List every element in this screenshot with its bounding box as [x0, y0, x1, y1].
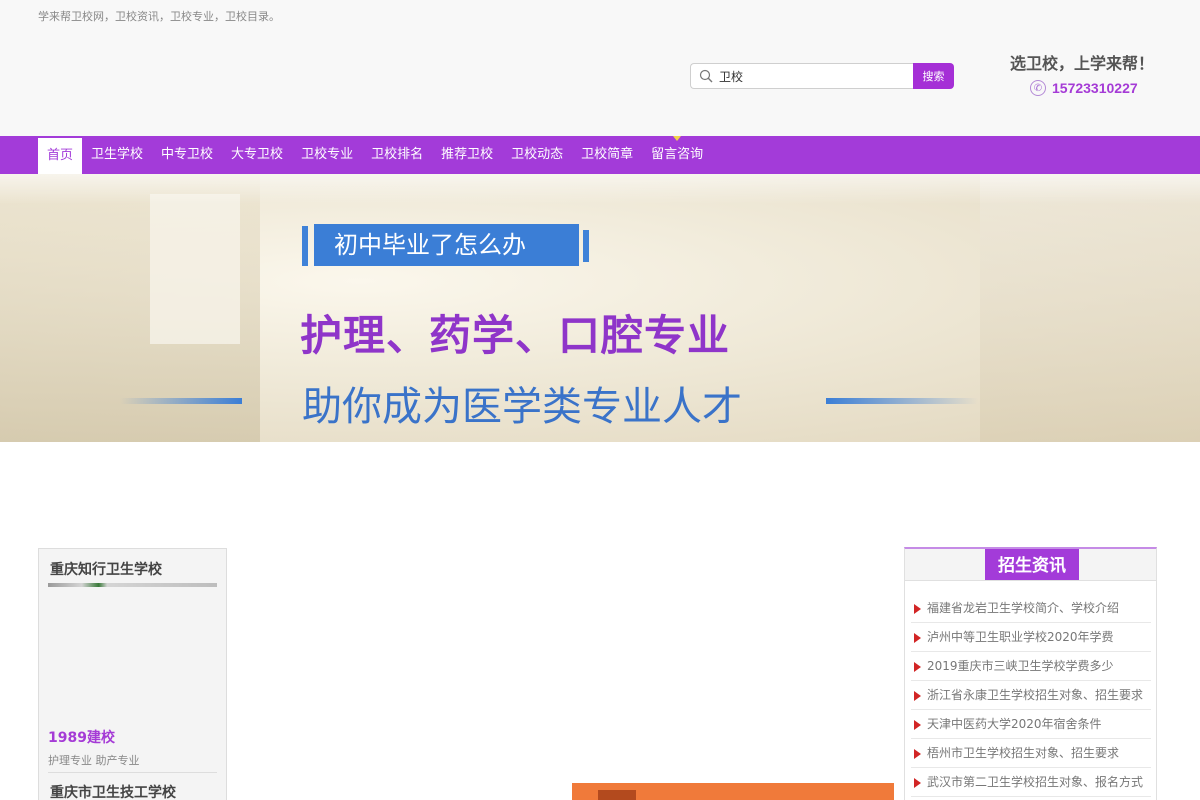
news-list: 福建省龙岩卫生学校简介、学校介绍 泸州中等卫生职业学校2020年学费 2019重庆市… [911, 594, 1151, 797]
arrow-right-icon [914, 720, 921, 730]
news-item-title[interactable]: 天津中医药大学2020年宿舍条件 [927, 717, 1102, 731]
school-majors: 护理专业 助产专业 [48, 754, 140, 767]
hero-banner[interactable]: 初中毕业了怎么办 护理、药学、口腔专业 助你成为医学类专业人才 [0, 174, 1200, 442]
news-item[interactable]: 天津中医药大学2020年宿舍条件 [911, 710, 1151, 739]
search-box[interactable] [690, 63, 914, 89]
nav-indicator-icon [673, 136, 682, 141]
news-item[interactable]: 2019重庆市三峡卫生学校学费多少 [911, 652, 1151, 681]
banner-background [150, 194, 240, 344]
arrow-right-icon [914, 691, 921, 701]
school-card[interactable]: 重庆知行卫生学校 1989建校 护理专业 助产专业 重庆市卫生技工学校 [38, 548, 227, 800]
nav-item[interactable]: 留言咨询 [642, 136, 712, 174]
news-item-title[interactable]: 武汉市第二卫生学校招生对象、报名方式 [927, 775, 1143, 789]
school-name[interactable]: 重庆市卫生技工学校 [50, 782, 176, 800]
top-header: 学来帮卫校网，卫校资讯，卫校专业，卫校目录。 搜索 选卫校，上学来帮！ ✆ 15… [0, 0, 1200, 136]
main-nav: 首页 卫生学校 中专卫校 大专卫校 卫校专业 卫校排名 推荐卫校 卫校动态 卫校简章 留言咨询 [0, 136, 1200, 174]
news-item-title[interactable]: 浙江省永康卫生学校招生对象、招生要求 [927, 688, 1143, 702]
news-item[interactable]: 福建省龙岩卫生学校简介、学校介绍 [911, 594, 1151, 623]
banner-decor-line [826, 398, 978, 404]
phone-icon: ✆ [1030, 80, 1046, 96]
news-header: 招生资讯 [905, 549, 1156, 581]
arrow-right-icon [914, 633, 921, 643]
nav-item[interactable]: 卫校简章 [572, 136, 642, 174]
divider [48, 772, 217, 773]
school-name[interactable]: 重庆知行卫生学校 [50, 559, 162, 579]
nav-list: 首页 卫生学校 中专卫校 大专卫校 卫校专业 卫校排名 推荐卫校 卫校动态 卫校简章 留言咨询 [38, 136, 712, 174]
search-input[interactable] [719, 64, 909, 88]
nav-item[interactable]: 首页 [38, 136, 83, 174]
nav-item[interactable]: 推荐卫校 [432, 136, 502, 174]
news-item-title[interactable]: 泸州中等卫生职业学校2020年学费 [927, 630, 1114, 644]
search-icon [699, 69, 713, 83]
search-button[interactable]: 搜索 [913, 63, 954, 89]
banner-headline: 护理、药学、口腔专业 [300, 311, 731, 360]
promo-block-inner [598, 790, 636, 800]
nav-item[interactable]: 卫校动态 [502, 136, 572, 174]
news-item[interactable]: 武汉市第二卫生学校招生对象、报名方式 [911, 768, 1151, 797]
school-founded: 1989建校 [48, 730, 115, 746]
news-item-title[interactable]: 梧州市卫生学校招生对象、招生要求 [927, 746, 1119, 760]
news-item-title[interactable]: 2019重庆市三峡卫生学校学费多少 [927, 659, 1114, 673]
news-item[interactable]: 泸州中等卫生职业学校2020年学费 [911, 623, 1151, 652]
banner-subline: 助你成为医学类专业人才 [302, 384, 742, 430]
nav-item[interactable]: 卫校排名 [362, 136, 432, 174]
nav-item[interactable]: 大专卫校 [222, 136, 292, 174]
phone-contact[interactable]: ✆ 15723310227 [1030, 80, 1138, 96]
banner-decor-line [120, 398, 242, 404]
arrow-right-icon [914, 749, 921, 759]
admission-news-panel: 招生资讯 福建省龙岩卫生学校简介、学校介绍 泸州中等卫生职业学校2020年学费 20… [904, 547, 1157, 800]
school-image[interactable] [48, 583, 217, 587]
banner-tag-bar [302, 226, 308, 266]
arrow-right-icon [914, 604, 921, 614]
news-item-title[interactable]: 福建省龙岩卫生学校简介、学校介绍 [927, 601, 1119, 615]
banner-background [980, 174, 1200, 442]
nav-item[interactable]: 中专卫校 [152, 136, 222, 174]
slogan: 选卫校，上学来帮！ [1010, 54, 1155, 73]
banner-background [0, 174, 1200, 204]
arrow-right-icon [914, 662, 921, 672]
phone-number[interactable]: 15723310227 [1052, 80, 1138, 96]
banner-tag: 初中毕业了怎么办 [314, 224, 579, 266]
nav-item[interactable]: 卫生学校 [82, 136, 152, 174]
news-title: 招生资讯 [985, 549, 1079, 580]
nav-item[interactable]: 卫校专业 [292, 136, 362, 174]
news-item[interactable]: 梧州市卫生学校招生对象、招生要求 [911, 739, 1151, 768]
banner-tag-bar [583, 230, 589, 262]
site-tagline: 学来帮卫校网，卫校资讯，卫校专业，卫校目录。 [38, 10, 280, 23]
news-item[interactable]: 浙江省永康卫生学校招生对象、招生要求 [911, 681, 1151, 710]
arrow-right-icon [914, 778, 921, 788]
